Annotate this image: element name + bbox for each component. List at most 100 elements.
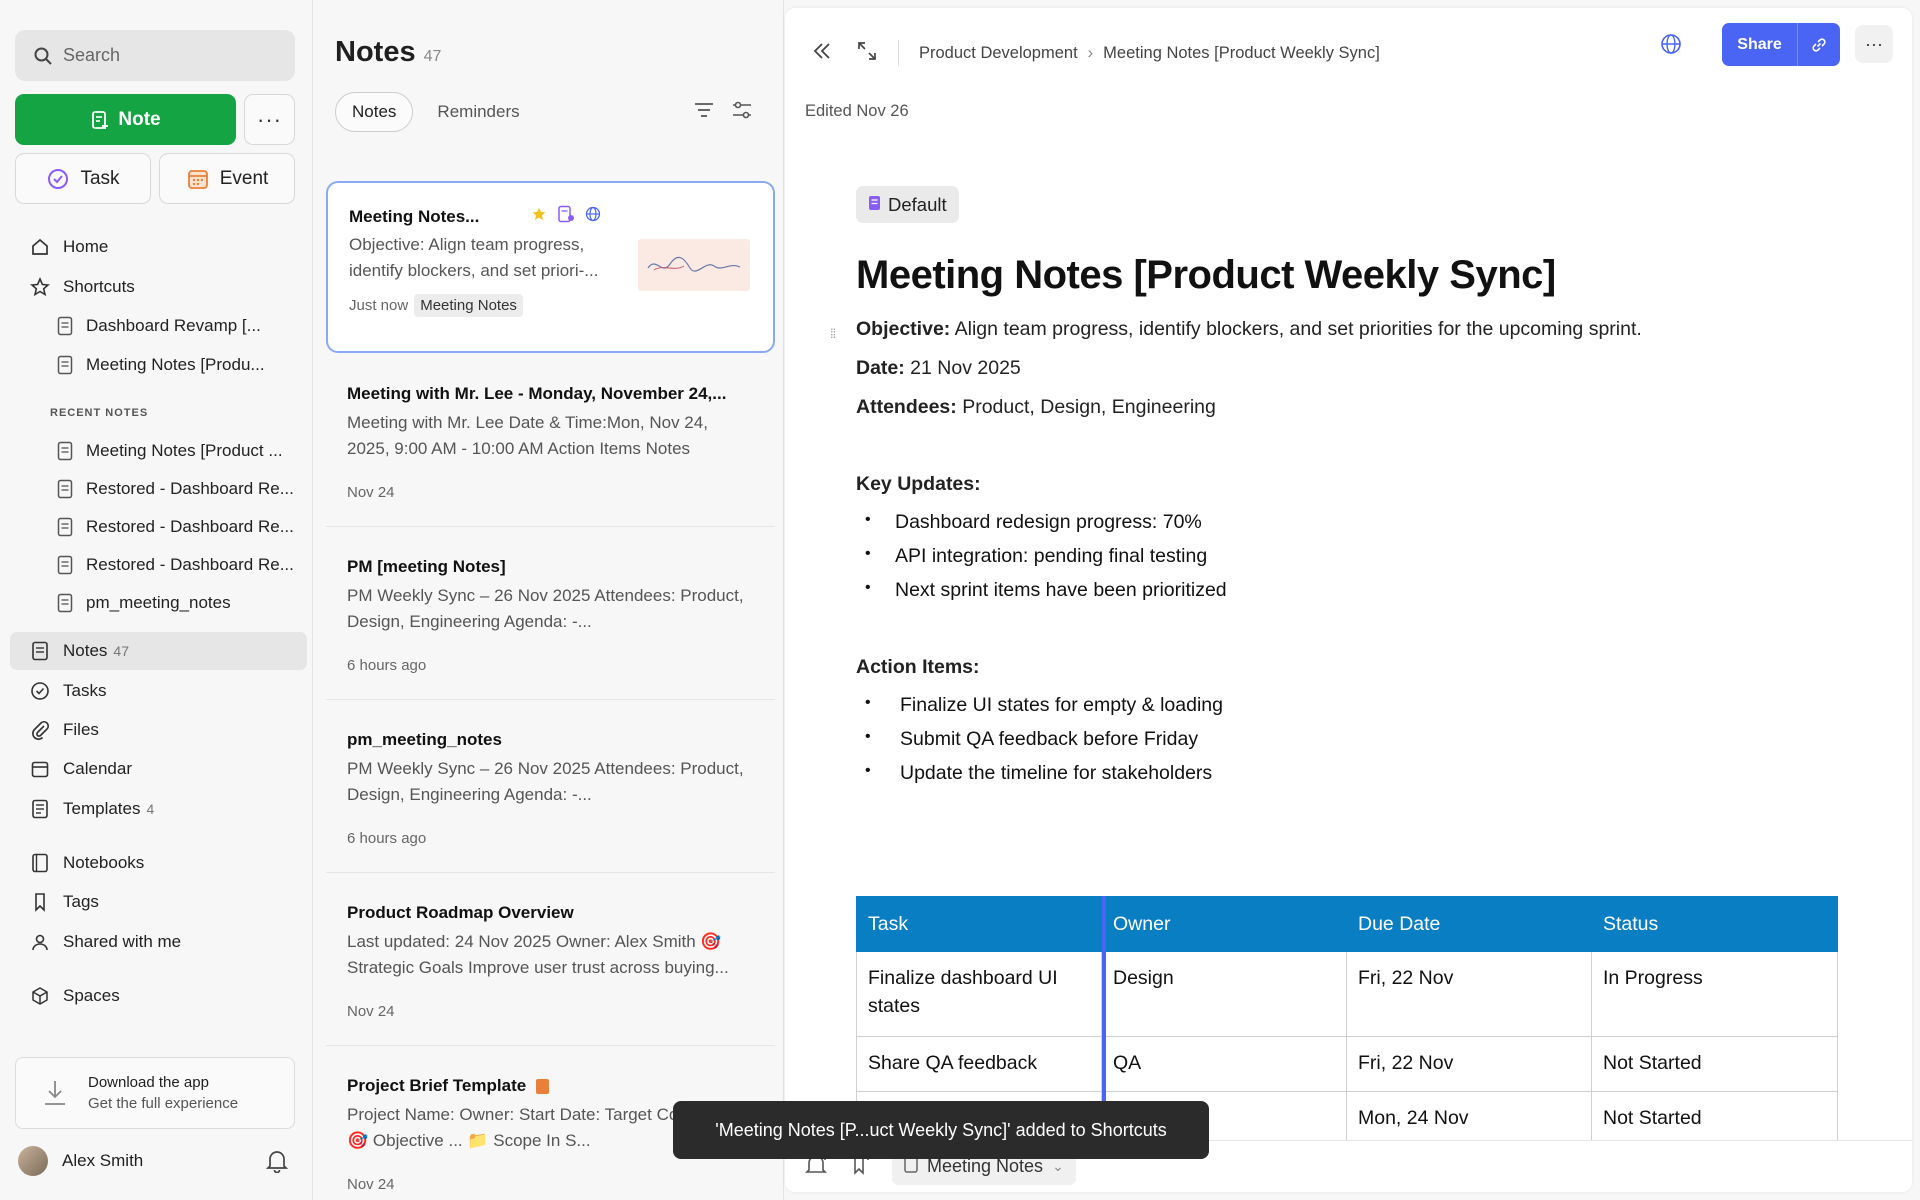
user-icon — [29, 931, 51, 953]
breadcrumb-notebook[interactable]: Product Development — [919, 44, 1078, 63]
note-icon — [56, 554, 74, 576]
table-cell[interactable]: Not Started — [1591, 1036, 1838, 1092]
table-cell[interactable]: QA — [1101, 1036, 1347, 1092]
nav-shortcuts[interactable]: Shortcuts — [10, 268, 307, 306]
nav-templates[interactable]: Templates 4 — [10, 790, 307, 828]
user-profile[interactable]: Alex Smith — [18, 1146, 289, 1178]
nav-notebooks[interactable]: Notebooks — [10, 844, 307, 882]
table-header-cell[interactable]: Task — [856, 896, 1102, 952]
nav-notes[interactable]: Notes 47 — [10, 632, 307, 670]
editor-more-button[interactable]: ··· — [1855, 25, 1893, 63]
nav-spaces[interactable]: Spaces — [10, 977, 307, 1015]
nav-tags[interactable]: Tags — [10, 883, 307, 921]
bullet-item[interactable]: • Submit QA feedback before Friday — [865, 728, 1198, 751]
objective-paragraph[interactable]: Objective: Align team progress, identify… — [856, 318, 1642, 341]
toast-notification: 'Meeting Notes [P...uct Weekly Sync]' ad… — [673, 1101, 1209, 1159]
action-text: Update the timeline for stakeholders — [900, 762, 1213, 784]
nav-tasks-label: Tasks — [63, 681, 107, 700]
sort-icon[interactable] — [692, 98, 716, 127]
nav-tasks[interactable]: Tasks — [10, 672, 307, 710]
document-title[interactable]: Meeting Notes [Product Weekly Sync] — [856, 253, 1556, 298]
search-input[interactable]: Search — [15, 30, 295, 81]
bullet-item[interactable]: • Dashboard redesign progress: 70% — [865, 511, 1202, 534]
recent-note-item[interactable]: Restored - Dashboard Re... — [10, 546, 307, 584]
new-note-button[interactable]: Note — [15, 94, 236, 145]
nav-shared[interactable]: Shared with me — [10, 923, 307, 961]
new-task-button[interactable]: Task — [15, 153, 151, 204]
note-icon — [56, 592, 74, 614]
collapse-sidebar-icon[interactable] — [810, 39, 834, 68]
drag-handle-icon[interactable]: ⁞⁞ — [830, 326, 836, 341]
note-card-preview: PM Weekly Sync – 26 Nov 2025 Attendees: … — [347, 759, 744, 804]
sidebar: Search Note ··· Task Event Home Shortcut… — [0, 0, 313, 1200]
note-card[interactable]: pm_meeting_notes PM Weekly Sync – 26 Nov… — [326, 708, 775, 869]
search-placeholder: Search — [63, 45, 121, 65]
note-icon — [56, 440, 74, 462]
shortcut-item[interactable]: Meeting Notes [Produ... — [10, 346, 307, 384]
note-card[interactable]: Product Roadmap Overview Last updated: 2… — [326, 881, 775, 1042]
table-cell[interactable]: Not Started — [1591, 1091, 1838, 1147]
note-card-tag[interactable]: Meeting Notes — [414, 294, 523, 317]
table-cell[interactable]: Mon, 24 Nov — [1346, 1091, 1592, 1147]
note-icon — [56, 315, 74, 337]
table-header-cell[interactable]: Owner — [1101, 896, 1347, 952]
note-card-date: Nov 24 — [347, 1003, 395, 1020]
recent-note-item[interactable]: Restored - Dashboard Re... — [10, 470, 307, 508]
nav-calendar[interactable]: Calendar — [10, 750, 307, 788]
recent-notes-heading: RECENT NOTES — [50, 407, 149, 419]
attendees-label: Attendees: — [856, 396, 957, 418]
bell-icon[interactable] — [265, 1149, 289, 1178]
nav-home[interactable]: Home — [10, 228, 307, 266]
table-cell[interactable]: Fri, 22 Nov — [1346, 1036, 1592, 1092]
key-updates-heading[interactable]: Key Updates: — [856, 473, 981, 496]
table-cell[interactable]: In Progress — [1591, 951, 1838, 1037]
share-button[interactable]: Share — [1722, 23, 1840, 66]
table-header-cell[interactable]: Status — [1591, 896, 1838, 952]
filter-options-icon[interactable] — [730, 98, 754, 127]
copy-link-icon[interactable] — [1797, 23, 1840, 66]
nav-shortcuts-label: Shortcuts — [63, 277, 135, 296]
note-card-title: Meeting Notes... — [349, 206, 480, 226]
table-cell[interactable]: Fri, 22 Nov — [1346, 951, 1592, 1037]
action-items-heading[interactable]: Action Items: — [856, 656, 980, 679]
expand-icon[interactable] — [856, 40, 878, 67]
bullet-dot: • — [865, 511, 871, 528]
update-text: Next sprint items have been prioritized — [895, 579, 1227, 601]
share-label: Share — [1737, 35, 1782, 53]
tab-notes[interactable]: Notes — [335, 92, 414, 132]
note-card[interactable]: Meeting Notes... Objective: Align team p… — [326, 181, 775, 353]
bullet-item[interactable]: • API integration: pending final testing — [865, 545, 1207, 568]
globe-icon[interactable] — [1659, 32, 1683, 61]
home-icon — [29, 236, 51, 258]
table-cell[interactable]: Share QA feedback — [856, 1036, 1102, 1092]
user-name: Alex Smith — [62, 1151, 144, 1170]
attendees-paragraph[interactable]: Attendees: Product, Design, Engineering — [856, 396, 1216, 419]
recent-note-item[interactable]: pm_meeting_notes — [10, 584, 307, 622]
download-title: Download the app — [88, 1074, 209, 1091]
new-event-button[interactable]: Event — [159, 153, 295, 204]
more-options-button[interactable]: ··· — [244, 94, 295, 145]
tab-reminders[interactable]: Reminders — [421, 92, 535, 132]
recent-note-label: pm_meeting_notes — [86, 593, 231, 612]
new-note-label: Note — [118, 108, 161, 130]
template-badge[interactable]: Default — [856, 186, 959, 223]
note-card[interactable]: Meeting with Mr. Lee - Monday, November … — [326, 362, 775, 523]
recent-note-item[interactable]: Meeting Notes [Product ... — [10, 432, 307, 470]
table-header-cell[interactable]: Due Date — [1346, 896, 1592, 952]
bullet-item[interactable]: • Update the timeline for stakeholders — [865, 762, 1212, 785]
download-app-banner[interactable]: Download the app Get the full experience — [15, 1057, 295, 1129]
nav-files[interactable]: Files — [10, 711, 307, 749]
table-cell[interactable]: Design — [1101, 951, 1347, 1037]
nav-calendar-label: Calendar — [63, 759, 132, 778]
recent-note-item[interactable]: Restored - Dashboard Re... — [10, 508, 307, 546]
note-icon — [29, 640, 51, 662]
breadcrumb-note[interactable]: Meeting Notes [Product Weekly Sync] — [1103, 44, 1380, 63]
shortcut-item[interactable]: Dashboard Revamp [... — [10, 307, 307, 345]
bullet-item[interactable]: • Finalize UI states for empty & loading — [865, 694, 1223, 717]
date-paragraph[interactable]: Date: 21 Nov 2025 — [856, 357, 1021, 380]
bullet-item[interactable]: • Next sprint items have been prioritized — [865, 579, 1227, 602]
download-subtitle: Get the full experience — [88, 1095, 239, 1112]
note-card[interactable]: PM [meeting Notes] PM Weekly Sync – 26 N… — [326, 535, 775, 696]
bullet-dot: • — [865, 579, 871, 596]
table-cell[interactable]: Finalize dashboard UI states — [856, 951, 1102, 1037]
